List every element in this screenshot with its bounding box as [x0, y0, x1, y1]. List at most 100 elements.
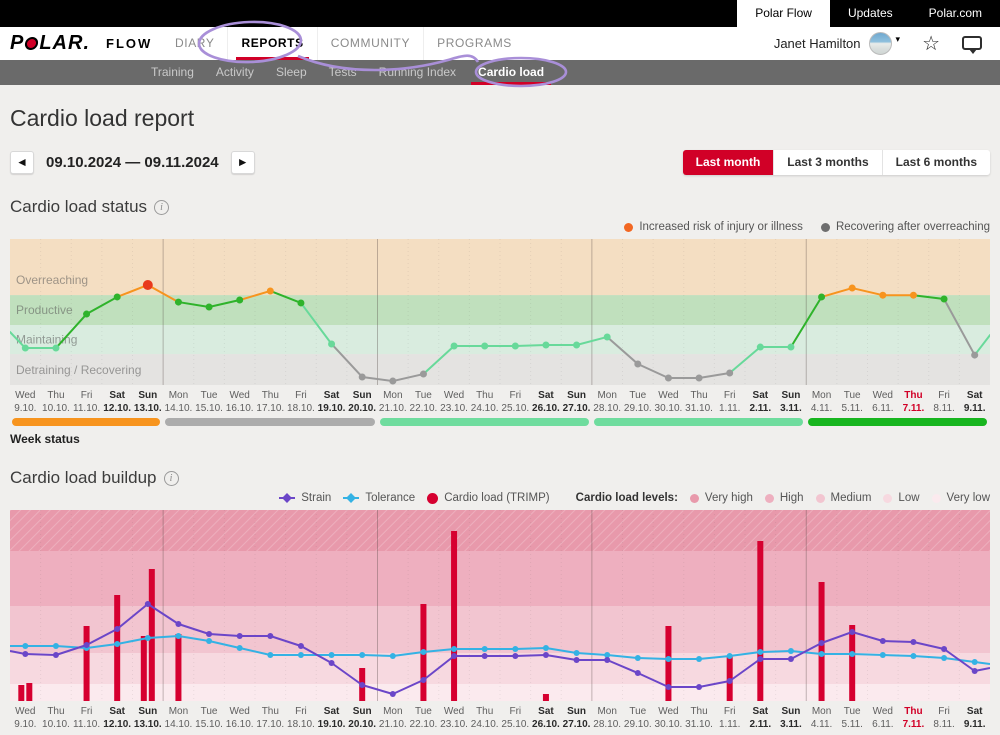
- next-period-button[interactable]: ►: [231, 151, 255, 174]
- status-section-head: Cardio load status i: [10, 197, 990, 217]
- x-label-9-10-: Wed9.10.: [10, 389, 41, 415]
- x-label-19-10-: Sat19.10.: [316, 705, 347, 731]
- x-label-18-10-: Fri18.10.: [286, 389, 317, 415]
- week-status-bar: [594, 418, 803, 426]
- week-status-label: Week status: [10, 432, 990, 446]
- svg-text:Detraining / Recovering: Detraining / Recovering: [16, 363, 141, 377]
- level-dot-icon: [816, 494, 825, 503]
- nav-item-reports[interactable]: REPORTS: [227, 27, 316, 60]
- x-label-9-11-: Sat9.11.: [959, 705, 990, 731]
- x-label-21-10-: Mon21.10.: [378, 705, 409, 731]
- x-label-15-10-: Tue15.10.: [194, 389, 225, 415]
- cardio-load-status-chart[interactable]: Detraining / RecoveringMaintainingProduc…: [10, 239, 990, 385]
- cardio-load-buildup-chart[interactable]: [10, 510, 990, 701]
- week-status-bar: [808, 418, 987, 426]
- x-label-16-10-: Wed16.10.: [224, 705, 255, 731]
- legend-label: High: [780, 492, 804, 504]
- x-label-1-11-: Fri1.11.: [714, 705, 745, 731]
- nav-item-programs[interactable]: PROGRAMS: [423, 27, 525, 60]
- x-label-11-10-: Fri11.10.: [71, 705, 102, 731]
- status-legend: Increased risk of injury or illnessRecov…: [10, 219, 990, 235]
- legend-item-cardio-load-trimp: Cardio load (TRIMP): [427, 492, 549, 504]
- prev-period-button[interactable]: ◄: [10, 151, 34, 174]
- buildup-section-head: Cardio load buildup i: [10, 468, 990, 488]
- range-button-group: Last monthLast 3 monthsLast 6 months: [683, 150, 990, 175]
- reports-subnav: TrainingActivitySleepTestsRunning IndexC…: [0, 60, 1000, 85]
- polar-logo-o-icon: [24, 37, 39, 50]
- topbar-tab-polar-flow[interactable]: Polar Flow: [737, 0, 830, 27]
- date-range-value: 09.10.2024 — 09.11.2024: [46, 154, 219, 171]
- x-label-22-10-: Tue22.10.: [408, 705, 439, 731]
- nav-item-diary[interactable]: DIARY: [162, 27, 227, 60]
- nav-items: DIARYREPORTSCOMMUNITYPROGRAMS: [162, 27, 525, 60]
- x-label-8-11-: Fri8.11.: [929, 705, 960, 731]
- legend-dot-icon: [821, 223, 830, 232]
- x-label-24-10-: Thu24.10.: [469, 705, 500, 731]
- range-button-last-3-months[interactable]: Last 3 months: [773, 150, 881, 175]
- x-label-30-10-: Wed30.10.: [653, 705, 684, 731]
- top-black-bar: Polar FlowUpdatesPolar.com: [0, 0, 1000, 27]
- logo-divider: [95, 36, 98, 52]
- range-button-last-month[interactable]: Last month: [683, 150, 774, 175]
- polar-logo[interactable]: PLAR. FLOW: [10, 32, 150, 55]
- avatar[interactable]: [869, 32, 892, 55]
- x-label-27-10-: Sun27.10.: [561, 389, 592, 415]
- buildup-info-icon[interactable]: i: [164, 471, 179, 486]
- legend-item: Increased risk of injury or illness: [624, 221, 803, 233]
- week-status-bars: [10, 418, 990, 426]
- legend-label: Tolerance: [365, 492, 415, 504]
- x-label-3-11-: Sun3.11.: [776, 705, 807, 731]
- x-label-19-10-: Sat19.10.: [316, 389, 347, 415]
- x-label-20-10-: Sun20.10.: [347, 389, 378, 415]
- date-range-row: ◄ 09.10.2024 — 09.11.2024 ► Last monthLa…: [10, 149, 990, 175]
- legend-level-low: Low: [883, 492, 919, 504]
- x-label-11-10-: Fri11.10.: [71, 389, 102, 415]
- subnav-item-activity[interactable]: Activity: [205, 60, 265, 85]
- legend-level-very-high: Very high: [690, 492, 753, 504]
- legend-level-very-low: Very low: [932, 492, 990, 504]
- x-label-30-10-: Wed30.10.: [653, 389, 684, 415]
- legend-dot-icon: [624, 223, 633, 232]
- x-label-12-10-: Sat12.10.: [102, 389, 133, 415]
- range-button-last-6-months[interactable]: Last 6 months: [882, 150, 990, 175]
- x-label-15-10-: Tue15.10.: [194, 705, 225, 731]
- x-label-17-10-: Thu17.10.: [255, 705, 286, 731]
- week-status-bar: [12, 418, 160, 426]
- user-name[interactable]: Janet Hamilton: [774, 36, 861, 51]
- topbar-tab-updates[interactable]: Updates: [830, 0, 911, 27]
- feedback-chat-icon[interactable]: [962, 36, 982, 50]
- subnav-item-sleep[interactable]: Sleep: [265, 60, 318, 85]
- cardio-load-levels-label: Cardio load levels:: [576, 492, 678, 504]
- x-label-13-10-: Sun13.10.: [133, 705, 164, 731]
- x-label-29-10-: Tue29.10.: [623, 389, 654, 415]
- x-label-26-10-: Sat26.10.: [531, 705, 562, 731]
- legend-label: Very high: [705, 492, 753, 504]
- subnav-item-tests[interactable]: Tests: [318, 60, 368, 85]
- x-label-8-11-: Fri8.11.: [929, 389, 960, 415]
- x-label-29-10-: Tue29.10.: [623, 705, 654, 731]
- x-label-7-11-: Thu7.11.: [898, 705, 929, 731]
- x-label-22-10-: Tue22.10.: [408, 389, 439, 415]
- legend-label: Increased risk of injury or illness: [639, 221, 803, 233]
- subnav-item-cardio-load[interactable]: Cardio load: [467, 60, 555, 85]
- buildup-section-title: Cardio load buildup: [10, 468, 157, 488]
- page-title: Cardio load report: [10, 105, 990, 132]
- nav-item-community[interactable]: COMMUNITY: [317, 27, 423, 60]
- x-label-18-10-: Fri18.10.: [286, 705, 317, 731]
- status-info-icon[interactable]: i: [154, 200, 169, 215]
- x-label-28-10-: Mon28.10.: [592, 705, 623, 731]
- cardio-load-buildup-chart-wrap: Wed9.10.Thu10.10.Fri11.10.Sat12.10.Sun13…: [10, 510, 990, 731]
- user-area: Janet Hamilton ▾ ☆: [774, 32, 988, 55]
- x-label-17-10-: Thu17.10.: [255, 389, 286, 415]
- topbar-tabs: Polar FlowUpdatesPolar.com: [737, 0, 1000, 27]
- subnav-item-running-index[interactable]: Running Index: [368, 60, 467, 85]
- favorites-star-icon[interactable]: ☆: [922, 34, 940, 54]
- x-label-9-11-: Sat9.11.: [959, 389, 990, 415]
- topbar-tab-polar-com[interactable]: Polar.com: [911, 0, 1000, 27]
- subnav-item-training[interactable]: Training: [140, 60, 205, 85]
- legend-level-medium: Medium: [816, 492, 872, 504]
- subnav-items: TrainingActivitySleepTestsRunning IndexC…: [0, 60, 555, 85]
- user-menu-caret-icon[interactable]: ▾: [896, 34, 901, 45]
- status-section-title: Cardio load status: [10, 197, 147, 217]
- buildup-x-axis-labels: Wed9.10.Thu10.10.Fri11.10.Sat12.10.Sun13…: [10, 705, 990, 731]
